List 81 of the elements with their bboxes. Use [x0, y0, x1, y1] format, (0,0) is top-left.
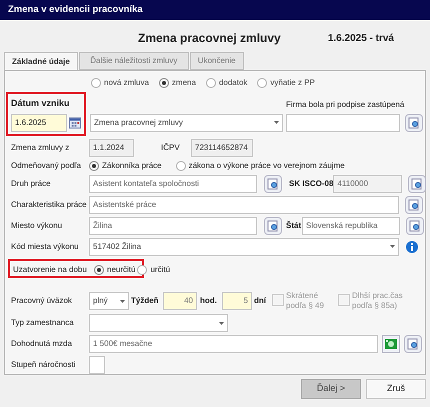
search-icon: [407, 338, 419, 350]
field-label: Firma bola pri podpise zastúpená: [286, 98, 406, 110]
input-field[interactable]: 4110000: [333, 174, 402, 192]
radio-label[interactable]: nová zmluva: [104, 77, 149, 89]
field-label: Uzatvorenie na dobu: [13, 264, 88, 276]
input-field[interactable]: [89, 356, 105, 374]
calendar-icon[interactable]: [69, 116, 81, 128]
radio-button[interactable]: [257, 78, 268, 88]
radio-button[interactable]: [91, 78, 101, 88]
field-label: dní: [254, 295, 268, 307]
radio-label[interactable]: zmena: [172, 77, 196, 89]
dropdown-arrow-icon: [120, 300, 125, 302]
tab[interactable]: Ďalšie náležitosti zmluvy: [78, 52, 189, 70]
radio-button[interactable]: [158, 78, 169, 88]
search-icon: [267, 178, 279, 190]
radio-label[interactable]: Zákonníka práce: [102, 160, 162, 172]
search-button[interactable]: [264, 174, 282, 192]
radio-label[interactable]: vyňatie z PP: [270, 77, 315, 89]
search-button[interactable]: [408, 174, 426, 192]
input-field[interactable]: Slovenská republika: [302, 216, 400, 234]
field-label: Kód miesta výkonu: [11, 240, 80, 252]
radio-button[interactable]: [206, 78, 216, 88]
field-label: Dátum vzniku: [11, 97, 71, 110]
input-field[interactable]: 40: [163, 292, 197, 310]
search-button[interactable]: [404, 335, 422, 353]
radio-label[interactable]: určitú: [150, 264, 170, 276]
text-field[interactable]: [286, 114, 400, 132]
window-title: Zmena v evidencii pracovníka: [8, 2, 143, 17]
money-button[interactable]: [382, 335, 400, 353]
radio-button[interactable]: [94, 264, 104, 274]
input-field[interactable]: Žilina: [89, 216, 257, 234]
input-field[interactable]: 1.1.2024: [89, 138, 134, 156]
field-label: Stupeň náročnosti: [11, 359, 76, 371]
search-button[interactable]: [264, 216, 282, 234]
field-label: Miesto výkonu: [11, 220, 64, 232]
input-field[interactable]: Asistentské práce: [89, 196, 399, 214]
tab[interactable]: Základné údaje: [4, 52, 78, 70]
radio-button[interactable]: [176, 160, 186, 170]
dropdown-arrow-icon: [274, 121, 279, 124]
date-field[interactable]: 1.6.2025: [11, 114, 67, 132]
input-field[interactable]: 5: [222, 292, 252, 310]
tab[interactable]: Ukončenie: [190, 52, 244, 70]
form-title: Zmena pracovnej zmluvy: [138, 30, 281, 47]
dropdown[interactable]: 517402 Žilina: [89, 238, 399, 256]
radio-button[interactable]: [137, 264, 148, 274]
field-label: Týždeň: [131, 295, 160, 307]
field-label: SK ISCO-08: [289, 178, 334, 190]
search-button[interactable]: [406, 216, 424, 234]
dialog-button[interactable]: Zruš: [366, 379, 426, 399]
search-icon: [409, 220, 421, 232]
search-button[interactable]: [405, 114, 423, 132]
field-label: Zmena zmluvy z: [11, 142, 70, 154]
field-label: Dohodnutá mzda: [11, 338, 73, 350]
field-label: Odmeňovaný podľa: [11, 160, 82, 172]
dropdown-arrow-icon: [219, 322, 224, 324]
search-icon: [411, 178, 424, 190]
field-label: Pracovný úväzok: [11, 295, 73, 307]
dropdown-arrow-icon: [390, 245, 395, 248]
radio-label[interactable]: zákona o výkone práce vo verejnom záujme: [188, 160, 345, 172]
input-field[interactable]: 1 500€ mesačne: [89, 335, 378, 353]
field-label: Štát: [286, 220, 302, 232]
search-icon: [408, 198, 420, 210]
field-label: Typ zamestnanca: [11, 317, 75, 329]
field-label: Druh práce: [11, 178, 52, 190]
field-label: IČPV: [161, 142, 181, 154]
field-label: hod.: [200, 295, 218, 307]
radio-label[interactable]: dodatok: [218, 77, 248, 89]
search-icon: [408, 116, 420, 128]
dropdown[interactable]: Zmena pracovnej zmluvy: [90, 114, 283, 132]
dropdown[interactable]: plný: [89, 292, 129, 310]
radio-button[interactable]: [89, 160, 99, 170]
input-field[interactable]: 723114652874: [191, 138, 253, 156]
info-icon[interactable]: [406, 240, 418, 252]
search-button[interactable]: [405, 196, 423, 214]
dialog-button[interactable]: Ďalej >: [301, 379, 361, 399]
field-label: Charakteristika práce: [11, 198, 88, 210]
radio-label[interactable]: neurčitú: [107, 264, 136, 276]
search-icon: [267, 220, 279, 232]
validity-period: 1.6.2025 - trvá: [328, 32, 394, 46]
banknote-icon: [385, 338, 397, 350]
input-field[interactable]: Asistent kontateľa spoločnosti: [89, 174, 257, 192]
